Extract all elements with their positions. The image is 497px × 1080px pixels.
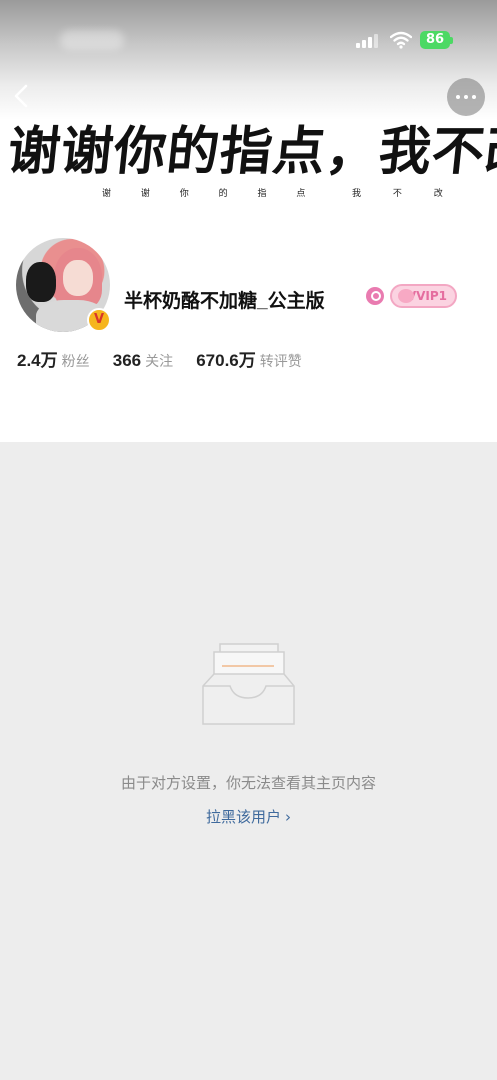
search-badge-icon[interactable] xyxy=(366,287,384,305)
subtitle-char: 指 xyxy=(257,189,267,199)
cover-image: 86 谢谢你的指点，我不改 谢 谢 你 的 指 点 我 不 改 xyxy=(0,0,497,210)
subtitle-char: 我 xyxy=(352,189,362,199)
empty-inbox-icon xyxy=(202,643,295,725)
subtitle-char: 谢 xyxy=(140,189,150,199)
stat-following[interactable]: 366 关注 xyxy=(113,351,173,371)
stat-followers[interactable]: 2.4万 粉丝 xyxy=(17,346,90,371)
cover-subtitle-left: 谢 谢 你 的 指 点 xyxy=(102,186,332,200)
stat-label: 关注 xyxy=(145,354,174,370)
empty-state-message: 由于对方设置，你无法查看其主页内容 xyxy=(120,774,376,792)
subtitle-char: 不 xyxy=(392,189,402,199)
more-button[interactable] xyxy=(447,78,485,116)
status-time xyxy=(60,30,124,50)
stat-value: 366 xyxy=(112,351,142,370)
chevron-left-icon[interactable] xyxy=(10,82,34,110)
stat-likes[interactable]: 670.6万 转评赞 xyxy=(196,346,302,371)
username: 半杯奶酪不加糖_公主版 xyxy=(124,291,325,312)
cat-illustration xyxy=(26,262,56,302)
subtitle-char: 的 xyxy=(218,189,228,199)
subtitle-char: 点 xyxy=(296,189,306,199)
battery-level: 86 xyxy=(425,32,445,47)
verified-badge: V xyxy=(87,308,111,332)
battery-tip xyxy=(450,37,453,44)
stats-row: 2.4万 粉丝 366 关注 670.6万 转评赞 xyxy=(17,346,320,374)
signal-icon xyxy=(356,34,378,48)
chevron-right-icon: › xyxy=(285,808,291,826)
subtitle-char: 谢 xyxy=(102,189,112,199)
stat-value: 670.6万 xyxy=(196,351,256,370)
profile-card: V 半杯奶酪不加糖_公主版 VVIP1 2.4万 粉丝 366 关注 670.6万转… xyxy=(0,210,497,442)
status-bar: 86 xyxy=(0,0,497,80)
battery-icon: 86 xyxy=(420,31,450,49)
block-user-label: 拉黑该用户 xyxy=(205,808,281,826)
cover-calligraphy: 谢谢你的指点，我不改 xyxy=(4,121,497,182)
subtitle-char: 改 xyxy=(433,189,443,199)
stat-value: 2.4万 xyxy=(17,351,58,370)
wifi-icon xyxy=(390,31,412,49)
stat-label: 转评赞 xyxy=(259,354,302,370)
subtitle-char: 你 xyxy=(179,189,189,199)
profile-page: 86 谢谢你的指点，我不改 谢 谢 你 的 指 点 我 不 改 V 半杯奶酪不加… xyxy=(0,0,497,1080)
block-user-link[interactable]: 拉黑该用户 › xyxy=(0,806,497,827)
cover-subtitle-right: 我 不 改 xyxy=(352,186,454,200)
more-dots-icon xyxy=(456,95,460,99)
stat-label: 粉丝 xyxy=(61,354,90,370)
vip-badge[interactable]: VVIP1 xyxy=(390,284,457,308)
